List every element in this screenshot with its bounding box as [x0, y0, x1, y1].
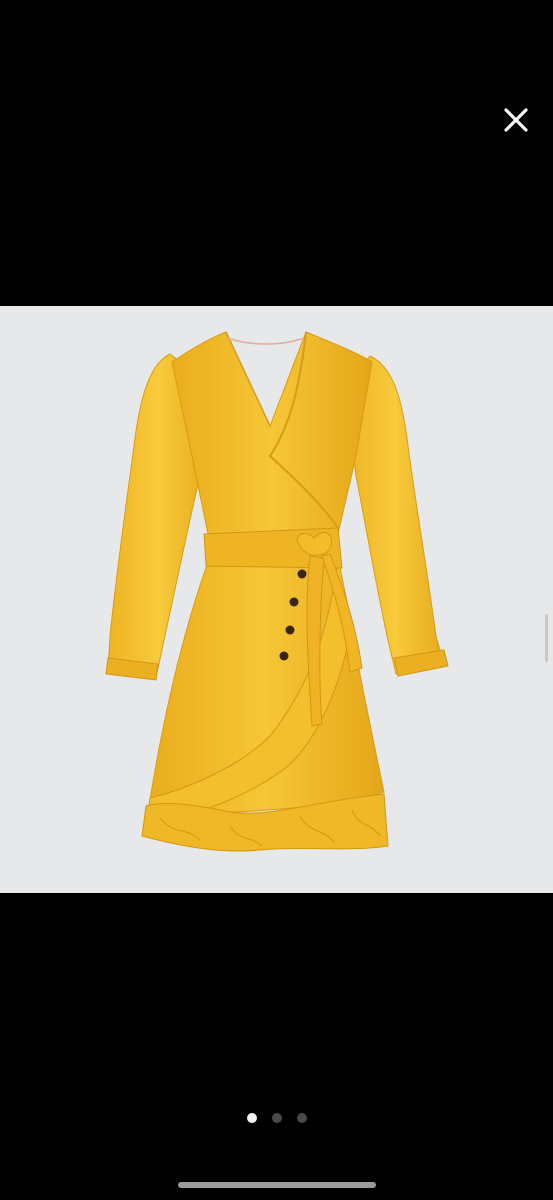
page-indicator [0, 1113, 553, 1127]
page-dot-2[interactable] [271, 1113, 282, 1123]
page-dot-1[interactable] [246, 1113, 257, 1123]
close-icon [504, 108, 528, 132]
image-viewer [0, 0, 553, 1200]
yellow-wrap-dress-image [105, 331, 449, 852]
page-dot-3[interactable] [296, 1113, 307, 1123]
home-indicator[interactable] [178, 1182, 376, 1188]
image-scrollbar[interactable] [545, 614, 548, 662]
close-button[interactable] [498, 102, 534, 138]
product-photo[interactable] [0, 306, 553, 893]
